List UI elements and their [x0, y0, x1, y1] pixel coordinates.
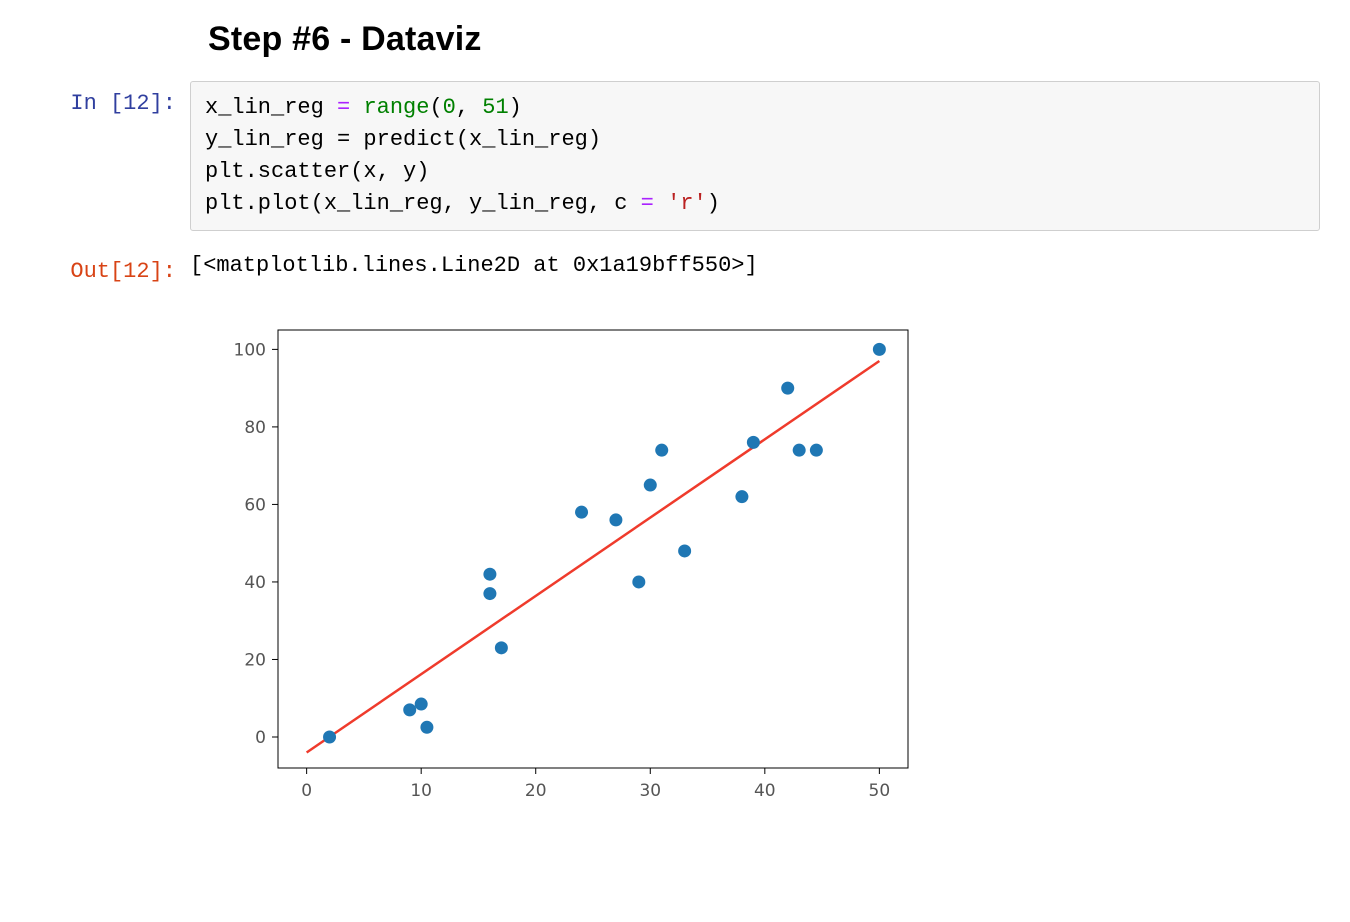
- scatter-point: [735, 490, 748, 503]
- scatter-point: [632, 575, 645, 588]
- chart-output: 0 10 20 30 40 50 0 20 40 60 80 100: [208, 308, 1320, 818]
- x-tick-label: 10: [410, 781, 432, 801]
- code-l1-c: ,: [456, 95, 482, 120]
- y-tick-label: 80: [244, 417, 266, 437]
- scatter-point: [415, 697, 428, 710]
- x-tick-label: 0: [301, 781, 312, 801]
- scatter-point: [781, 381, 794, 394]
- output-prompt-label: Out[12]:: [30, 249, 190, 284]
- scatter-point: [644, 478, 657, 491]
- x-tick-label: 30: [639, 781, 661, 801]
- scatter-point: [747, 435, 760, 448]
- scatter-point: [323, 730, 336, 743]
- output-cell: Out[12]: [<matplotlib.lines.Line2D at 0x…: [30, 249, 1320, 284]
- code-l1-po: (: [429, 95, 442, 120]
- x-tick-label: 40: [754, 781, 776, 801]
- scatter-point: [678, 544, 691, 557]
- step-heading: Step #6 - Dataviz: [208, 20, 1320, 59]
- scatter-point: [655, 443, 668, 456]
- code-l2: y_lin_reg = predict(x_lin_reg): [205, 127, 601, 152]
- scatter-chart: 0 10 20 30 40 50 0 20 40 60 80 100: [208, 308, 928, 818]
- output-text: [<matplotlib.lines.Line2D at 0x1a19bff55…: [190, 249, 1320, 278]
- scatter-point: [793, 443, 806, 456]
- plot-frame: [278, 330, 908, 768]
- code-l4-c: ): [707, 191, 720, 216]
- input-cell: In [12]: x_lin_reg = range(0, 51) y_lin_…: [30, 81, 1320, 231]
- code-l1-pc: ): [509, 95, 522, 120]
- x-tick-label: 20: [525, 781, 547, 801]
- code-l4-b: [654, 191, 667, 216]
- scatter-point: [483, 567, 496, 580]
- scatter-point: [403, 703, 416, 716]
- code-l4-str: 'r': [667, 191, 707, 216]
- scatter-point: [575, 505, 588, 518]
- code-input[interactable]: x_lin_reg = range(0, 51) y_lin_reg = pre…: [190, 81, 1320, 231]
- y-tick-label: 100: [234, 340, 266, 360]
- scatter-point: [483, 587, 496, 600]
- code-l1-b: [350, 95, 363, 120]
- code-l4-a: plt.plot(x_lin_reg, y_lin_reg, c: [205, 191, 641, 216]
- y-tick-label: 20: [244, 650, 266, 670]
- y-tick-label: 40: [244, 573, 266, 593]
- y-tick-label: 60: [244, 495, 266, 515]
- input-prompt-label: In [12]:: [30, 81, 190, 116]
- scatter-point: [609, 513, 622, 526]
- scatter-point: [420, 720, 433, 733]
- x-tick-label: 50: [869, 781, 891, 801]
- y-tick-label: 0: [255, 728, 266, 748]
- code-l1-a: x_lin_reg: [205, 95, 337, 120]
- code-l1-op: =: [337, 95, 350, 120]
- scatter-point: [873, 342, 886, 355]
- scatter-point: [495, 641, 508, 654]
- code-l3: plt.scatter(x, y): [205, 159, 429, 184]
- code-l1-n2: 51: [482, 95, 508, 120]
- code-l1-n1: 0: [443, 95, 456, 120]
- code-l1-fn: range: [363, 95, 429, 120]
- code-l4-op: =: [641, 191, 654, 216]
- scatter-point: [810, 443, 823, 456]
- regression-line: [307, 361, 880, 752]
